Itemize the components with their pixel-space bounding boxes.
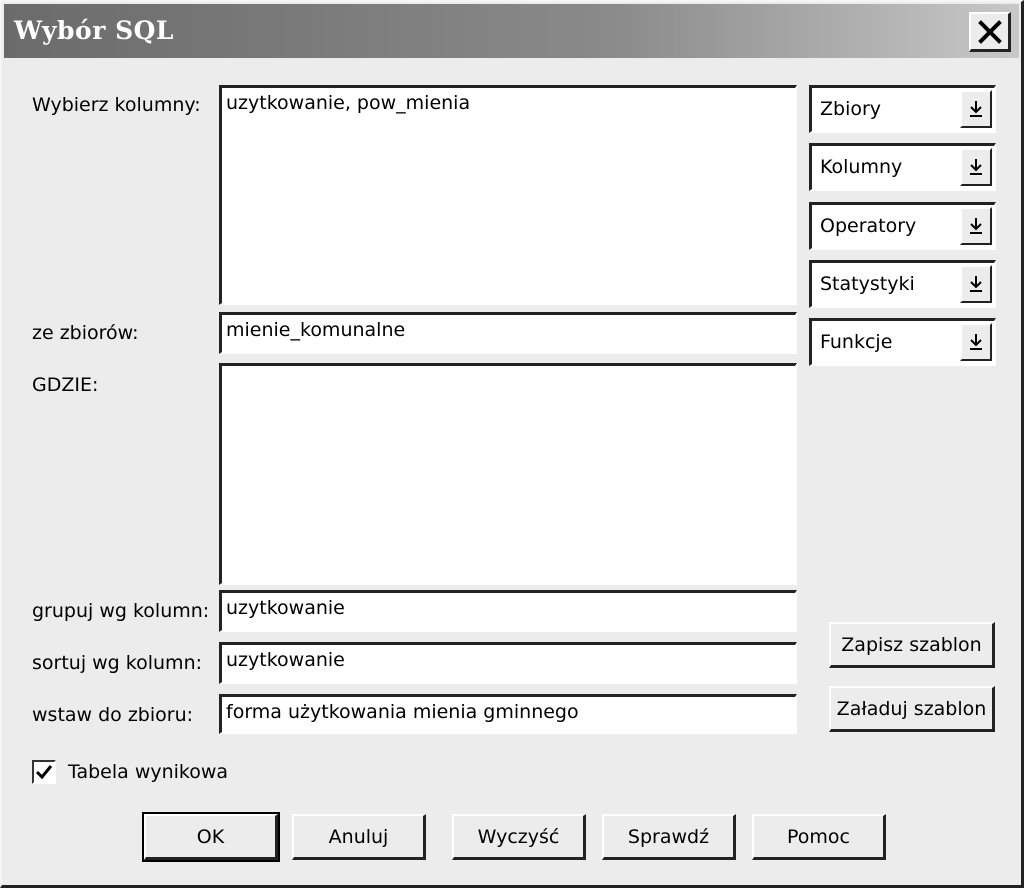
from-label: ze zbiorów: bbox=[32, 322, 139, 344]
check-button[interactable]: Sprawdź bbox=[602, 814, 736, 860]
sql-dialog-window: Wybór SQL Wybierz kolumny: ze zbiorów: G… bbox=[0, 0, 1024, 888]
where-label: GDZIE: bbox=[32, 374, 99, 396]
combo-label: Funkcje bbox=[820, 331, 893, 353]
help-button[interactable]: Pomoc bbox=[752, 814, 886, 860]
dropdown-arrow-icon bbox=[970, 276, 982, 292]
title-bar[interactable]: Wybór SQL bbox=[4, 4, 1019, 58]
checkmark-icon bbox=[35, 765, 53, 780]
dropdown-button[interactable] bbox=[960, 90, 992, 128]
load-template-button[interactable]: Załaduj szablon bbox=[829, 686, 995, 732]
dropdown-arrow-icon bbox=[970, 334, 982, 350]
dropdown-arrow-icon bbox=[970, 101, 982, 117]
order-by-input[interactable]: uzytkowanie bbox=[219, 642, 797, 684]
combo-operatory[interactable]: Operatory bbox=[809, 202, 996, 250]
insert-into-label: wstaw do zbioru: bbox=[32, 704, 194, 726]
combo-label: Kolumny bbox=[820, 156, 903, 178]
dropdown-button[interactable] bbox=[960, 207, 992, 245]
order-by-label: sortuj wg kolumn: bbox=[32, 652, 203, 674]
result-table-checkbox[interactable] bbox=[32, 760, 56, 784]
combo-zbiory[interactable]: Zbiory bbox=[809, 85, 996, 133]
dropdown-arrow-icon bbox=[970, 159, 982, 175]
dropdown-button[interactable] bbox=[960, 323, 992, 361]
combo-kolumny[interactable]: Kolumny bbox=[809, 143, 996, 191]
group-by-input[interactable]: uzytkowanie bbox=[219, 590, 797, 632]
combo-label: Operatory bbox=[820, 215, 917, 237]
combo-statystyki[interactable]: Statystyki bbox=[809, 260, 996, 308]
cancel-button[interactable]: Anuluj bbox=[292, 814, 426, 860]
columns-textarea[interactable]: uzytkowanie, pow_mienia bbox=[219, 85, 797, 305]
combo-label: Statystyki bbox=[820, 273, 915, 295]
window-title: Wybór SQL bbox=[14, 16, 174, 45]
result-table-label[interactable]: Tabela wynikowa bbox=[68, 761, 228, 783]
insert-into-input[interactable]: forma użytkowania mienia gminnego bbox=[219, 694, 797, 734]
close-button[interactable] bbox=[969, 12, 1011, 52]
clear-button[interactable]: Wyczyść bbox=[452, 814, 586, 860]
columns-label: Wybierz kolumny: bbox=[32, 94, 201, 116]
save-template-button[interactable]: Zapisz szablon bbox=[829, 622, 995, 668]
close-icon bbox=[977, 19, 1002, 44]
from-input[interactable]: mienie_komunalne bbox=[219, 312, 797, 354]
combo-label: Zbiory bbox=[820, 98, 882, 120]
combo-funkcje[interactable]: Funkcje bbox=[809, 318, 996, 366]
dropdown-button[interactable] bbox=[960, 148, 992, 186]
dropdown-arrow-icon bbox=[970, 218, 982, 234]
group-by-label: grupuj wg kolumn: bbox=[32, 600, 210, 622]
ok-button[interactable]: OK bbox=[142, 812, 280, 862]
dropdown-button[interactable] bbox=[960, 265, 992, 303]
where-textarea[interactable] bbox=[219, 363, 797, 585]
